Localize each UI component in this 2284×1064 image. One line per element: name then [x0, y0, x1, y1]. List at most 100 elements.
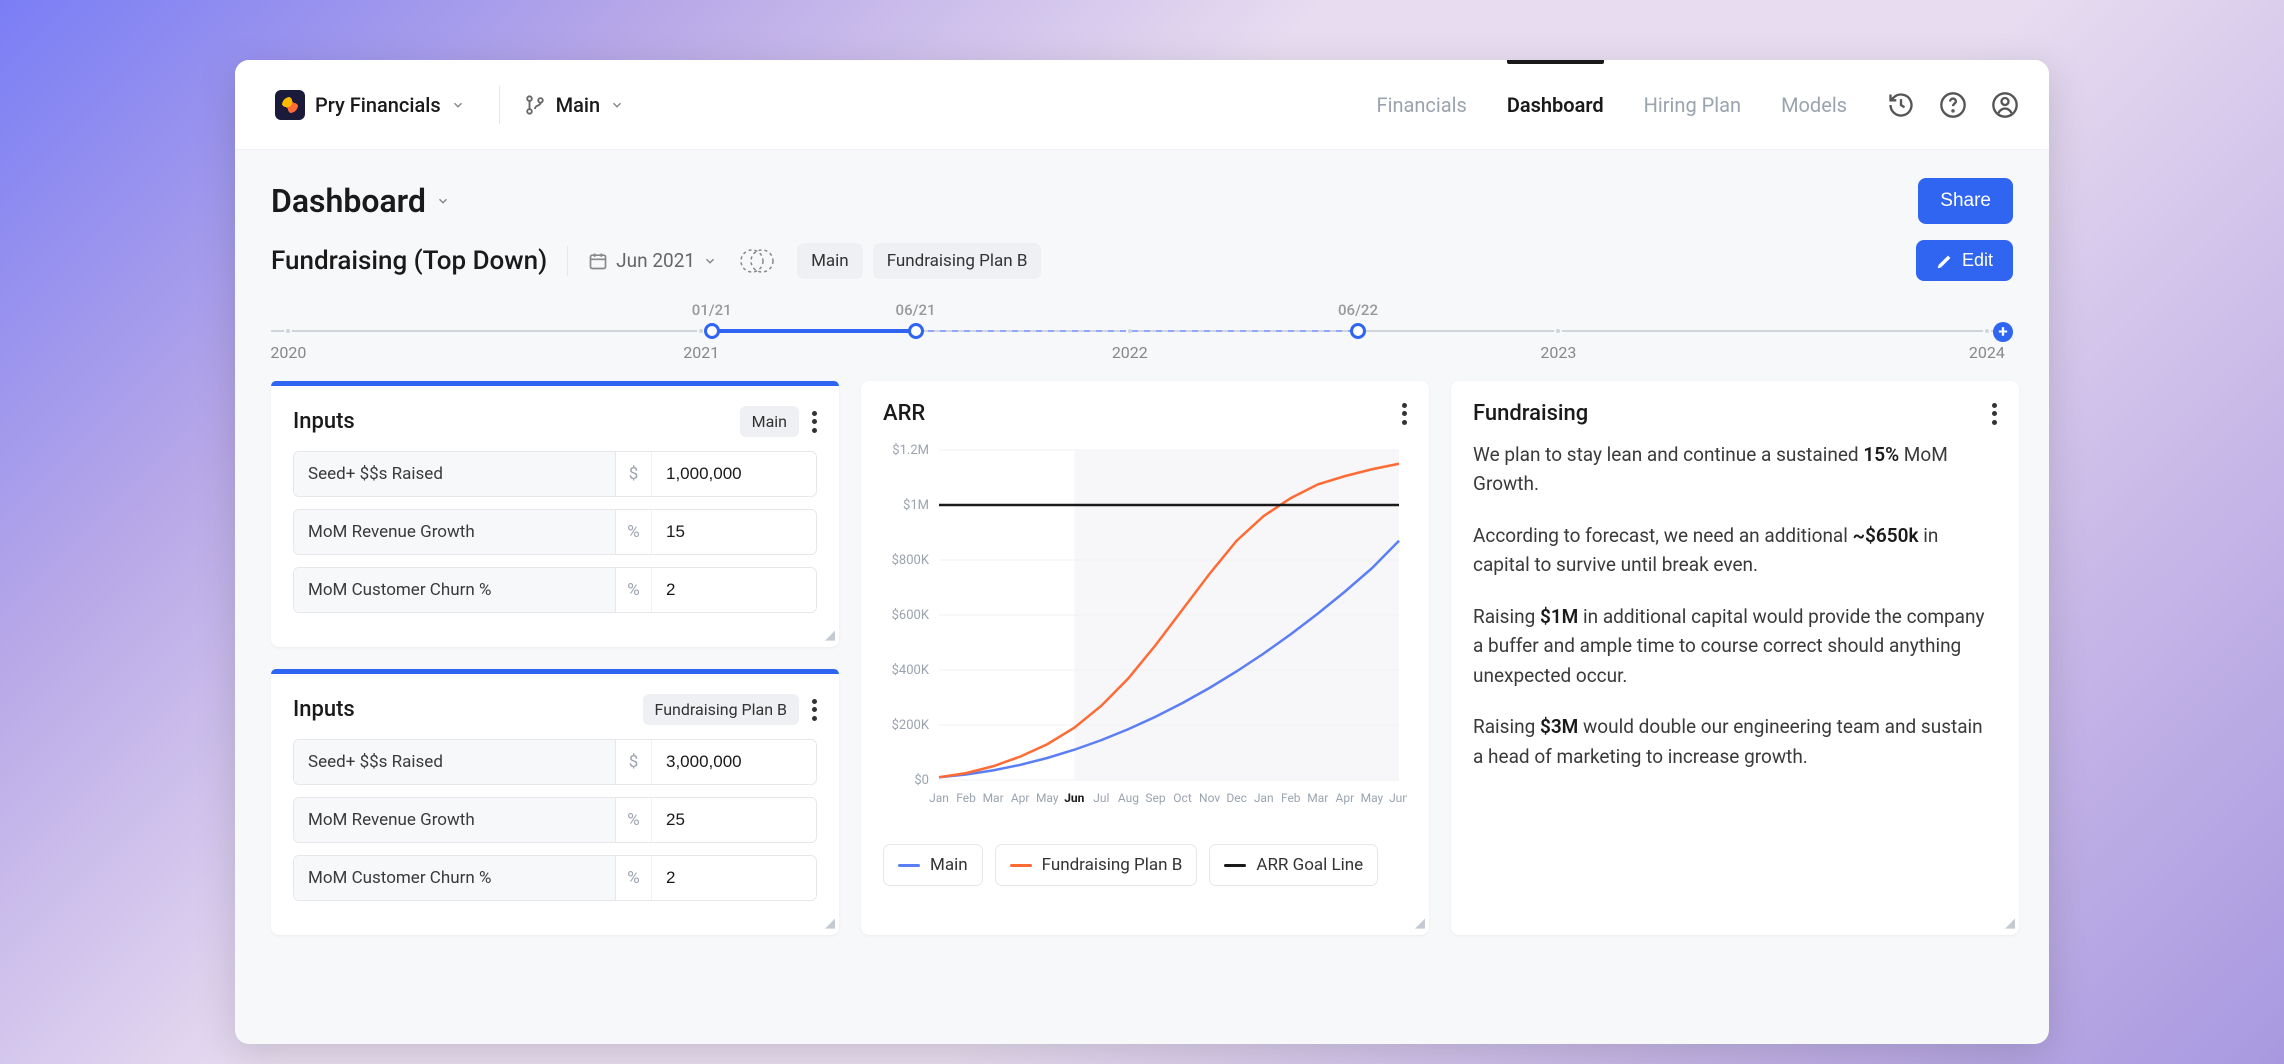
- fundraising-text-card: Fundraising We plan to stay lean and con…: [1451, 381, 2019, 935]
- input-value[interactable]: [652, 856, 816, 900]
- card-title: Fundraising: [1473, 401, 1588, 426]
- scenario-chip[interactable]: Main: [797, 243, 863, 279]
- card-title: Inputs: [293, 697, 355, 722]
- svg-text:May: May: [1361, 791, 1384, 805]
- nav-tab-models[interactable]: Models: [1781, 60, 1847, 149]
- svg-text:$1M: $1M: [903, 498, 929, 513]
- resize-handle-icon[interactable]: ◢: [825, 916, 835, 931]
- timeline-year: 2024: [1969, 343, 2005, 362]
- svg-text:Jun: Jun: [1064, 791, 1084, 805]
- timeline-handle[interactable]: [908, 323, 924, 339]
- timeline-mark-label: 06/21: [896, 301, 936, 319]
- branch-selector[interactable]: Main: [524, 93, 625, 117]
- timeline-handle[interactable]: [1350, 323, 1366, 339]
- svg-text:$400K: $400K: [892, 663, 930, 678]
- timeline-year: 2020: [270, 343, 306, 362]
- input-value[interactable]: [652, 568, 816, 612]
- input-label: MoM Customer Churn %: [294, 856, 616, 900]
- profile-icon[interactable]: [1991, 91, 2019, 119]
- resize-handle-icon[interactable]: ◢: [1415, 916, 1425, 931]
- scenario-tag[interactable]: Main: [740, 406, 799, 437]
- arr-chart-card: ARR $0$200K$400K$600K$800K$1M$1.2MJanFeb…: [861, 381, 1429, 935]
- scenario-chip[interactable]: Fundraising Plan B: [873, 243, 1042, 279]
- edit-button[interactable]: Edit: [1916, 240, 2013, 281]
- page-title: Dashboard: [271, 182, 426, 220]
- page-title-selector[interactable]: Dashboard: [271, 182, 450, 220]
- more-button[interactable]: [1991, 403, 1997, 425]
- svg-text:$600K: $600K: [892, 608, 930, 623]
- pencil-icon: [1936, 252, 1954, 270]
- divider: [567, 246, 568, 276]
- edit-label: Edit: [1962, 250, 1993, 271]
- resize-handle-icon[interactable]: ◢: [2005, 916, 2015, 931]
- timeline-handle[interactable]: [704, 323, 720, 339]
- help-icon[interactable]: [1939, 91, 1967, 119]
- chevron-down-icon: [451, 98, 465, 112]
- svg-text:$1.2M: $1.2M: [892, 443, 929, 458]
- svg-text:May: May: [1036, 791, 1059, 805]
- input-row: Seed+ $$s Raised$: [293, 451, 817, 497]
- scenario-chips: Main Fundraising Plan B: [797, 243, 1041, 279]
- resize-handle-icon[interactable]: ◢: [825, 628, 835, 643]
- card-title: Inputs: [293, 409, 355, 434]
- input-label: MoM Revenue Growth: [294, 798, 616, 842]
- svg-text:Feb: Feb: [1281, 791, 1301, 805]
- input-row: MoM Customer Churn %%: [293, 855, 817, 901]
- org-selector[interactable]: Pry Financials: [265, 84, 475, 126]
- nav-tab-dashboard[interactable]: Dashboard: [1507, 60, 1604, 149]
- timeline-add-button[interactable]: +: [1993, 322, 2013, 342]
- topbar: Pry Financials Main Financials Dashboard H…: [235, 60, 2049, 150]
- date-selector[interactable]: Jun 2021: [588, 249, 717, 272]
- input-row: Seed+ $$s Raised$: [293, 739, 817, 785]
- date-label: Jun 2021: [616, 249, 695, 272]
- svg-text:Oct: Oct: [1173, 791, 1192, 805]
- scenario-tag[interactable]: Fundraising Plan B: [643, 694, 799, 725]
- input-label: MoM Customer Churn %: [294, 568, 616, 612]
- card-title: ARR: [883, 401, 925, 426]
- svg-text:Jan: Jan: [929, 791, 949, 805]
- git-branch-icon: [524, 94, 546, 116]
- cards-grid: InputsMainSeed+ $$s Raised$MoM Revenue G…: [235, 367, 2049, 971]
- input-prefix: $: [616, 740, 652, 784]
- input-value[interactable]: [652, 798, 816, 842]
- input-value[interactable]: [652, 740, 816, 784]
- timeline-mark-label: 06/22: [1338, 301, 1378, 319]
- legend-item[interactable]: ARR Goal Line: [1209, 844, 1378, 886]
- chart-legend: Main Fundraising Plan B ARR Goal Line: [861, 832, 1429, 908]
- text-paragraph: Raising $1M in additional capital would …: [1473, 602, 1997, 690]
- legend-item[interactable]: Main: [883, 844, 983, 886]
- text-paragraph: According to forecast, we need an additi…: [1473, 521, 1997, 580]
- compare-scenarios-icon[interactable]: [737, 241, 777, 281]
- input-row: MoM Revenue Growth%: [293, 797, 817, 843]
- svg-text:Feb: Feb: [956, 791, 976, 805]
- input-label: Seed+ $$s Raised: [294, 452, 616, 496]
- timeline-mark-label: 01/21: [692, 301, 732, 319]
- input-value[interactable]: [652, 510, 816, 554]
- svg-text:Mar: Mar: [1307, 791, 1328, 805]
- history-icon[interactable]: [1887, 91, 1915, 119]
- more-button[interactable]: [811, 699, 817, 721]
- input-value[interactable]: [652, 452, 816, 496]
- divider: [499, 86, 500, 124]
- svg-text:Jul: Jul: [1093, 791, 1109, 805]
- input-label: MoM Revenue Growth: [294, 510, 616, 554]
- chevron-down-icon: [436, 194, 450, 208]
- input-prefix: %: [616, 568, 652, 612]
- calendar-icon: [588, 251, 608, 271]
- svg-text:Apr: Apr: [1011, 791, 1030, 805]
- timeline[interactable]: 01/2106/2106/22 + 20202021202220232024: [235, 295, 2049, 367]
- svg-text:Nov: Nov: [1199, 791, 1220, 805]
- chevron-down-icon: [703, 254, 717, 268]
- input-row: MoM Customer Churn %%: [293, 567, 817, 613]
- timeline-year: 2021: [683, 343, 719, 362]
- more-button[interactable]: [811, 411, 817, 433]
- svg-text:$200K: $200K: [892, 718, 930, 733]
- nav-tab-financials[interactable]: Financials: [1377, 60, 1467, 149]
- more-button[interactable]: [1401, 403, 1407, 425]
- text-body: We plan to stay lean and continue a sust…: [1451, 440, 2019, 815]
- svg-text:$800K: $800K: [892, 553, 930, 568]
- nav-tab-hiring-plan[interactable]: Hiring Plan: [1644, 60, 1741, 149]
- share-button[interactable]: Share: [1918, 178, 2013, 224]
- text-paragraph: We plan to stay lean and continue a sust…: [1473, 440, 1997, 499]
- legend-item[interactable]: Fundraising Plan B: [995, 844, 1198, 886]
